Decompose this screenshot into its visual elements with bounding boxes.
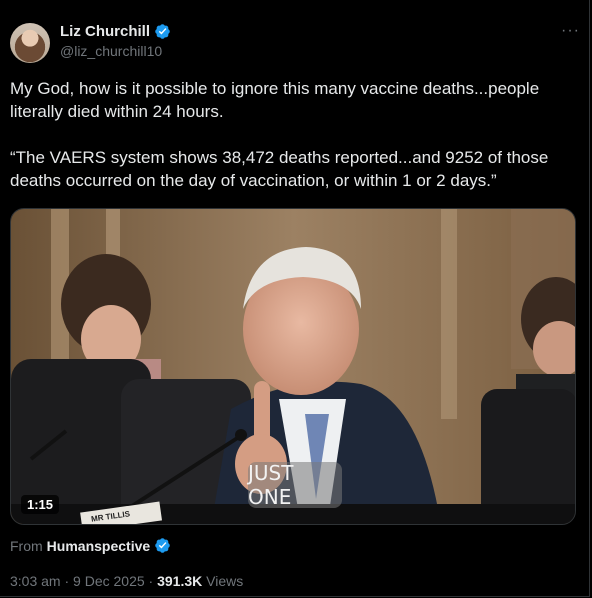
verified-badge-icon [155, 24, 170, 39]
author-handle[interactable]: @liz_churchill10 [60, 43, 162, 59]
author-name[interactable]: Liz Churchill [60, 23, 150, 40]
views-count: 391.3K [157, 573, 203, 589]
tweet-date[interactable]: 9 Dec 2025 [73, 573, 145, 589]
source-name[interactable]: Humanspective [47, 538, 150, 554]
meta-separator: · [148, 573, 154, 589]
tweet-text: My God, how is it possible to ignore thi… [10, 79, 549, 190]
media-source: From Humanspective [10, 537, 171, 554]
avatar[interactable] [10, 23, 50, 63]
tweet-meta: 3:03 am · 9 Dec 2025 · 391.3K Views [10, 573, 243, 589]
source-prefix: From [10, 537, 43, 554]
verified-badge-icon [155, 538, 170, 553]
author-name-row: Liz Churchill [60, 23, 171, 40]
views-label: Views [206, 573, 244, 589]
more-icon[interactable]: ··· [561, 22, 580, 40]
video-player[interactable]: MR TILLIS 1:15 JUST ONE [10, 208, 576, 525]
meta-separator: · [64, 573, 70, 589]
video-caption: JUST ONE [248, 461, 342, 509]
tweet-time[interactable]: 3:03 am [10, 573, 61, 589]
video-duration: 1:15 [21, 495, 60, 514]
tweet-header: Liz Churchill @liz_churchill10 ··· [10, 20, 582, 64]
